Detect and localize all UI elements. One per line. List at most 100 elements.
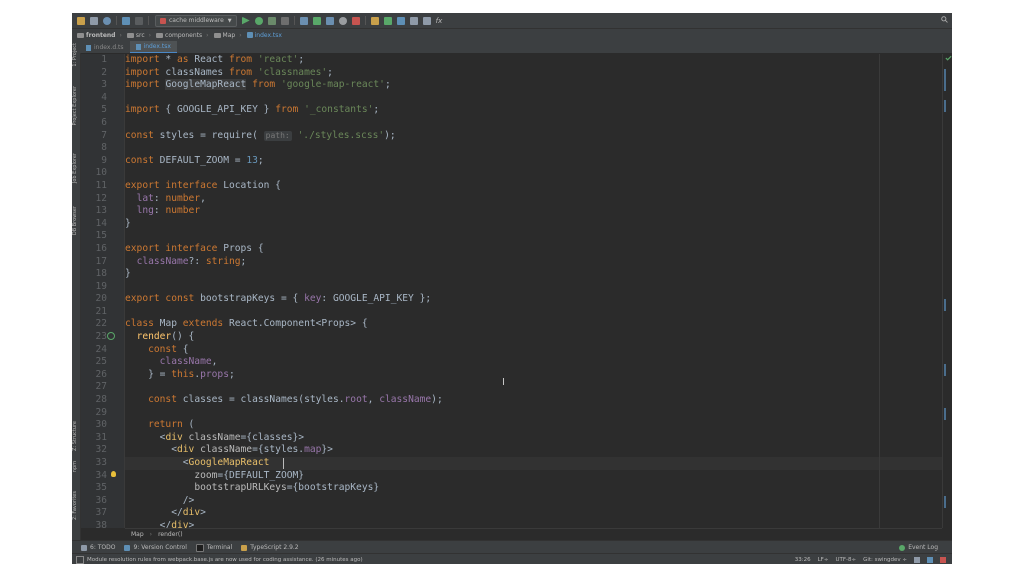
save-icon[interactable]	[90, 16, 98, 25]
vcs-history-icon[interactable]	[338, 16, 347, 25]
code-line-16: export interface Props {	[125, 242, 264, 254]
line-number: 3	[101, 79, 107, 91]
change-marker[interactable]	[944, 496, 946, 508]
git-branch-widget[interactable]: Git: swingdev ÷	[863, 557, 907, 563]
lightbulb-icon[interactable]	[111, 471, 116, 477]
line-number: 1	[101, 54, 107, 65]
code-line-3: import GoogleMapReact from 'google-map-r…	[125, 79, 391, 91]
breadcrumb-label: Map	[222, 31, 236, 39]
code-line-35: bootstrapURLKeys={bootstrapKeys}	[194, 482, 380, 494]
change-marker[interactable]	[944, 408, 946, 420]
memory-indicator-icon[interactable]	[940, 556, 946, 563]
line-number: 15	[95, 230, 107, 242]
tool-window-db-browser[interactable]: DB Browser	[72, 206, 80, 235]
open-icon[interactable]	[77, 16, 85, 25]
presentation-icon[interactable]	[422, 16, 431, 25]
tool-window-job-explorer[interactable]: Job Explorer	[72, 153, 80, 183]
error-stripe-scrollbar[interactable]	[942, 54, 952, 528]
line-number: 5	[101, 104, 107, 116]
folder-icon	[156, 32, 164, 38]
settings-icon[interactable]	[383, 16, 392, 25]
debug-icon[interactable]	[254, 16, 263, 25]
tab-label: index.d.ts	[94, 44, 124, 51]
back-icon[interactable]	[122, 16, 130, 25]
event-log-button[interactable]: Event Log	[899, 544, 938, 551]
breadcrumb-map[interactable]: Map	[213, 31, 236, 39]
editor-gutter[interactable]: 1 2 3 4 5 6 7 8 9 10 11 12 13 14 15 16 17 18 19 20 21 22 23 24 2…	[81, 54, 125, 531]
code-line-32: <div className={styles.map}>	[125, 444, 333, 456]
tab-index-tsx[interactable]: index.tsx	[129, 41, 177, 53]
tool-tab-terminal[interactable]: Terminal	[195, 543, 233, 552]
breadcrumb-method[interactable]: render()	[158, 531, 182, 538]
status-message[interactable]: Module resolution rules from webpack.bas…	[87, 557, 363, 563]
event-log-label: Event Log	[908, 544, 938, 551]
project-structure-icon[interactable]	[409, 16, 418, 25]
coverage-icon[interactable]	[267, 16, 276, 25]
function-icon[interactable]: fx	[436, 17, 443, 25]
lock-icon[interactable]	[914, 556, 920, 563]
tool-tab-label: Terminal	[206, 544, 233, 551]
chevron-down-icon: ▼	[227, 17, 232, 24]
override-marker-icon[interactable]	[107, 332, 115, 340]
forward-icon[interactable]	[135, 16, 143, 25]
line-number: 12	[95, 192, 107, 204]
vcs-commit-icon[interactable]	[312, 16, 321, 25]
line-number: 37	[95, 507, 107, 519]
code-line-12: lat: number,	[136, 192, 206, 204]
folder-icon	[126, 32, 134, 38]
code-line-5: import { GOOGLE_API_KEY } from '_constan…	[125, 104, 380, 116]
run-icon[interactable]	[241, 16, 250, 25]
tool-window-npm[interactable]: npm	[72, 461, 80, 472]
build-icon[interactable]	[370, 16, 379, 25]
vcs-update-icon[interactable]	[299, 16, 308, 25]
tool-tab-label: 6: TODO	[90, 544, 116, 551]
search-icon[interactable]	[941, 16, 948, 23]
toolbar-divider	[293, 16, 295, 25]
tool-window-favorites[interactable]: 2: Favorites	[72, 491, 80, 520]
tool-tab-version-control[interactable]: 9: Version Control	[124, 544, 187, 551]
stop-icon[interactable]	[280, 16, 289, 25]
inspector-icon[interactable]	[927, 556, 933, 563]
structure-icon[interactable]	[396, 16, 405, 25]
line-number: 30	[95, 419, 107, 431]
tab-index-d-ts[interactable]: index.d.ts	[80, 42, 130, 53]
change-marker[interactable]	[944, 299, 946, 311]
vcs-compare-icon[interactable]	[325, 16, 334, 25]
line-number: 20	[95, 293, 107, 305]
tool-window-project[interactable]: 1: Project	[72, 43, 80, 67]
sync-icon[interactable]	[103, 16, 111, 25]
code-line-37: </div>	[125, 507, 206, 519]
change-marker[interactable]	[944, 100, 946, 112]
code-line-13: lng: number	[136, 205, 201, 217]
tool-window-project-explorer[interactable]: Project Explorer	[72, 86, 80, 126]
breadcrumb-components[interactable]: components	[156, 32, 202, 39]
code-line-36: />	[125, 494, 195, 506]
todo-icon	[81, 544, 87, 551]
line-number: 21	[95, 305, 107, 317]
run-config-select[interactable]: cache middleware ▼	[155, 14, 237, 27]
breadcrumb-frontend[interactable]: frontend	[77, 32, 115, 39]
ide-window: cache middleware ▼ fx frontend › src › c…	[72, 13, 952, 564]
tool-tab-typescript[interactable]: TypeScript 2.9.2	[241, 544, 299, 551]
tool-tab-todo[interactable]: 6: TODO	[81, 544, 115, 551]
revert-icon[interactable]	[351, 16, 360, 25]
tool-tab-label: 9: Version Control	[133, 544, 187, 551]
parameter-hint: path:	[263, 130, 292, 141]
tool-window-structure[interactable]: Z: Structure	[72, 421, 80, 451]
breadcrumb-file[interactable]: index.tsx	[246, 32, 282, 39]
typescript-file-icon	[135, 43, 141, 50]
change-marker[interactable]	[944, 69, 946, 91]
encoding-widget[interactable]: UTF-8÷	[835, 557, 856, 563]
breadcrumb-src[interactable]: src	[126, 32, 145, 39]
change-marker[interactable]	[944, 364, 946, 376]
code-line-38: </div>	[125, 519, 195, 528]
cursor-position[interactable]: 33:26	[795, 557, 811, 563]
code-editor[interactable]: import * as React from 'react'; import c…	[125, 54, 942, 528]
tool-windows-toggle-icon[interactable]	[76, 555, 84, 564]
line-separator-widget[interactable]: LF÷	[818, 557, 829, 563]
breadcrumb-class[interactable]: Map	[131, 531, 144, 538]
toolbar-divider	[116, 16, 117, 25]
